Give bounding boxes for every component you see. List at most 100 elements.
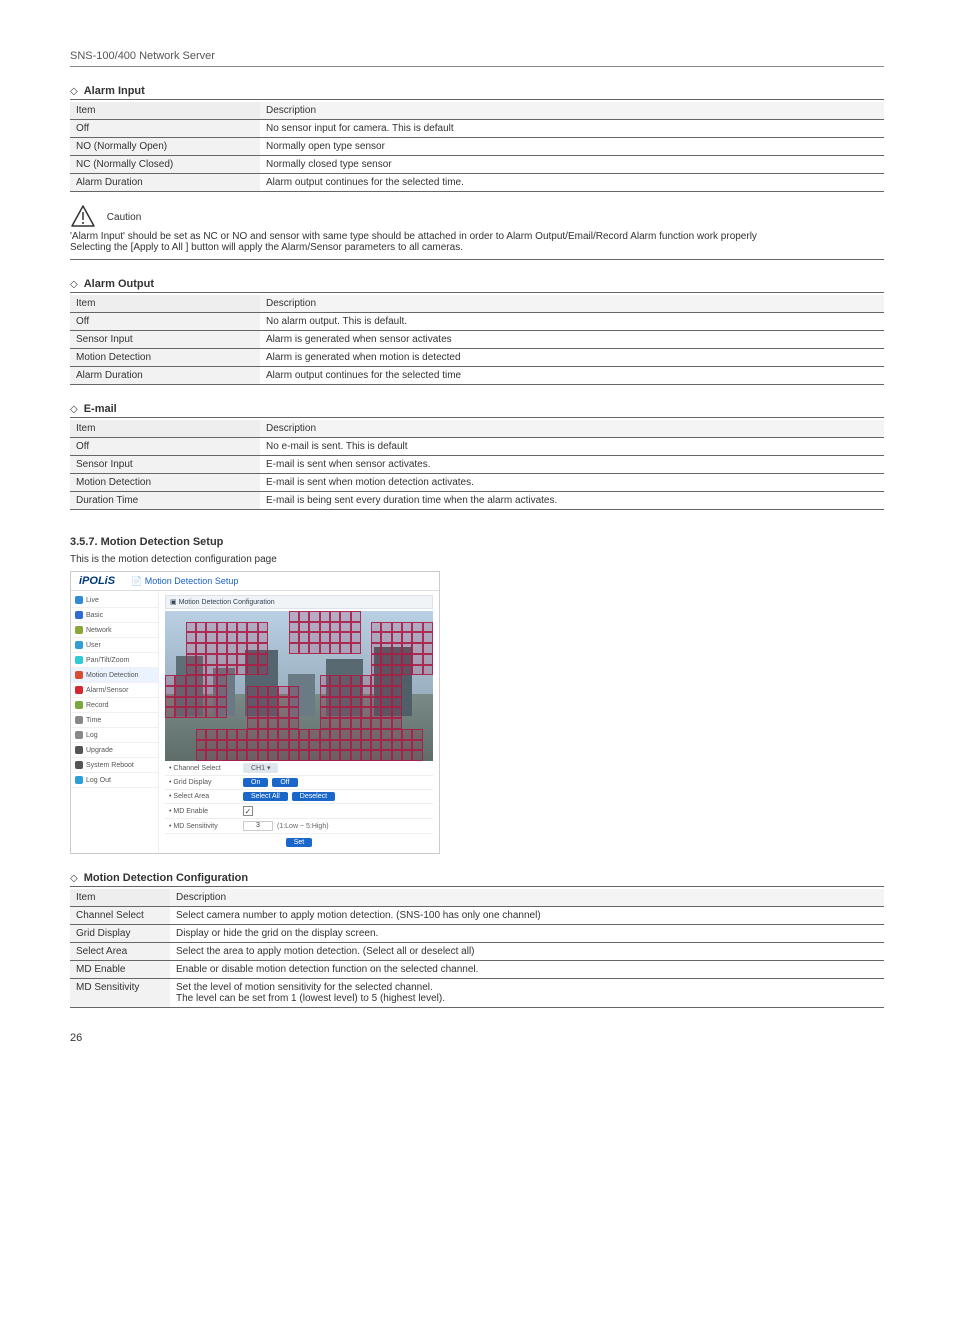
- cell-desc: E-mail is being sent every duration time…: [260, 492, 884, 510]
- nav-icon: [75, 731, 83, 739]
- cell-label: Alarm Duration: [70, 367, 260, 385]
- screenshot-subtitle: ▣ Motion Detection Configuration: [165, 595, 433, 609]
- nav-item[interactable]: Log: [71, 728, 158, 743]
- cell-desc: Normally open type sensor: [260, 138, 884, 156]
- md-sensitivity-input[interactable]: 3: [243, 821, 273, 831]
- nav-item[interactable]: Network: [71, 623, 158, 638]
- cell-label: NO (Normally Open): [70, 138, 260, 156]
- nav-label: Alarm/Sensor: [86, 687, 128, 694]
- nav-item[interactable]: System Reboot: [71, 758, 158, 773]
- grid-off-button[interactable]: Off: [272, 778, 297, 787]
- caution-text: 'Alarm Input' should be set as NC or NO …: [70, 231, 757, 242]
- deselect-button[interactable]: Deselect: [292, 792, 335, 801]
- cell-label: Sensor Input: [70, 456, 260, 474]
- nav-icon: [75, 761, 83, 769]
- col-item: Item: [70, 102, 260, 120]
- nav-label: Live: [86, 597, 99, 604]
- col-item: Item: [70, 889, 170, 907]
- nav-item[interactable]: Motion Detection: [71, 668, 158, 683]
- cell-label: Duration Time: [70, 492, 260, 510]
- col-desc: Description: [260, 102, 884, 120]
- cell-desc: Display or hide the grid on the display …: [170, 925, 884, 943]
- grid-display-label: • Grid Display: [169, 779, 239, 786]
- table-alarm-output: Item Description OffNo alarm output. Thi…: [70, 295, 884, 385]
- channel-select-label: • Channel Select: [169, 765, 239, 772]
- cell-label: Off: [70, 313, 260, 331]
- motion-detection-heading: 3.5.7. Motion Detection Setup: [70, 536, 884, 548]
- nav-item[interactable]: Upgrade: [71, 743, 158, 758]
- nav-icon: [75, 671, 83, 679]
- ipolis-logo: iPOLiS: [71, 572, 123, 590]
- nav-item[interactable]: Record: [71, 698, 158, 713]
- section-title: Motion Detection Configuration: [84, 872, 248, 884]
- page-header: SNS-100/400 Network Server: [70, 50, 884, 67]
- set-button[interactable]: Set: [286, 838, 313, 847]
- cell-desc: Select the area to apply motion detectio…: [170, 943, 884, 961]
- cell-desc: Normally closed type sensor: [260, 156, 884, 174]
- nav-label: Log Out: [86, 777, 111, 784]
- section-title: E-mail: [84, 403, 117, 415]
- nav-item[interactable]: Pan/Tilt/Zoom: [71, 653, 158, 668]
- col-item: Item: [70, 420, 260, 438]
- cell-label: Grid Display: [70, 925, 170, 943]
- cell-label: Motion Detection: [70, 349, 260, 367]
- screenshot-title: 📄 Motion Detection Setup: [123, 573, 246, 590]
- cell-desc: Alarm is generated when sensor activates: [260, 331, 884, 349]
- cell-label: Sensor Input: [70, 331, 260, 349]
- caution-label: Caution: [107, 211, 141, 225]
- nav-item[interactable]: User: [71, 638, 158, 653]
- grid-on-button[interactable]: On: [243, 778, 268, 787]
- table-md-config: Item Description Channel SelectSelect ca…: [70, 889, 884, 1008]
- nav-icon: [75, 611, 83, 619]
- diamond-icon: ◇: [70, 279, 78, 290]
- cell-label: Off: [70, 438, 260, 456]
- select-area-label: • Select Area: [169, 793, 239, 800]
- nav-icon: [75, 596, 83, 604]
- table-email: Item Description OffNo e-mail is sent. T…: [70, 420, 884, 510]
- cell-label: Channel Select: [70, 907, 170, 925]
- nav-item[interactable]: Basic: [71, 608, 158, 623]
- nav-item[interactable]: Alarm/Sensor: [71, 683, 158, 698]
- nav-label: Pan/Tilt/Zoom: [86, 657, 129, 664]
- cell-label: MD Sensitivity: [70, 979, 170, 1008]
- nav-item[interactable]: Log Out: [71, 773, 158, 788]
- cell-desc: Enable or disable motion detection funct…: [170, 961, 884, 979]
- md-enable-label: • MD Enable: [169, 808, 239, 815]
- screenshot-header: iPOLiS 📄 Motion Detection Setup: [71, 572, 439, 591]
- section-title: Alarm Input: [84, 85, 145, 97]
- nav-icon: [75, 776, 83, 784]
- nav-item[interactable]: Time: [71, 713, 158, 728]
- nav-label: Network: [86, 627, 112, 634]
- cell-label: Alarm Duration: [70, 174, 260, 192]
- nav-icon: [75, 701, 83, 709]
- select-all-button[interactable]: Select All: [243, 792, 288, 801]
- cell-desc: Alarm output continues for the selected …: [260, 174, 884, 192]
- motion-preview-image[interactable]: [165, 611, 433, 761]
- page: SNS-100/400 Network Server ◇ Alarm Input…: [0, 0, 954, 1074]
- section-alarm-input-header: ◇ Alarm Input: [70, 85, 884, 100]
- caution-apply-to-all: Selecting the [Apply to All ] button wil…: [70, 242, 463, 253]
- channel-select-dropdown[interactable]: CH1 ▾: [243, 763, 278, 773]
- nav-icon: [75, 686, 83, 694]
- md-sensitivity-hint: (1:Low ~ 5:High): [277, 823, 329, 830]
- cell-desc: Alarm is generated when motion is detect…: [260, 349, 884, 367]
- col-desc: Description: [260, 420, 884, 438]
- section-alarm-output-header: ◇ Alarm Output: [70, 278, 884, 293]
- md-enable-checkbox[interactable]: ✓: [243, 806, 253, 816]
- screenshot-subtitle-text: Motion Detection Configuration: [179, 599, 275, 606]
- nav-label: User: [86, 642, 101, 649]
- nav-label: Motion Detection: [86, 672, 139, 679]
- cell-desc: E-mail is sent when sensor activates.: [260, 456, 884, 474]
- section-title: Alarm Output: [84, 278, 154, 290]
- screenshot-title-text: Motion Detection Setup: [145, 576, 239, 586]
- cell-desc: Alarm output continues for the selected …: [260, 367, 884, 385]
- col-desc: Description: [170, 889, 884, 907]
- table-alarm-input: Item Description OffNo sensor input for …: [70, 102, 884, 192]
- nav-item[interactable]: Live: [71, 593, 158, 608]
- cell-label: MD Enable: [70, 961, 170, 979]
- nav-label: Record: [86, 702, 109, 709]
- nav-icon: [75, 626, 83, 634]
- section-md-config-header: ◇ Motion Detection Configuration: [70, 872, 884, 887]
- motion-detection-intro: This is the motion detection configurati…: [70, 554, 884, 565]
- nav-label: Log: [86, 732, 98, 739]
